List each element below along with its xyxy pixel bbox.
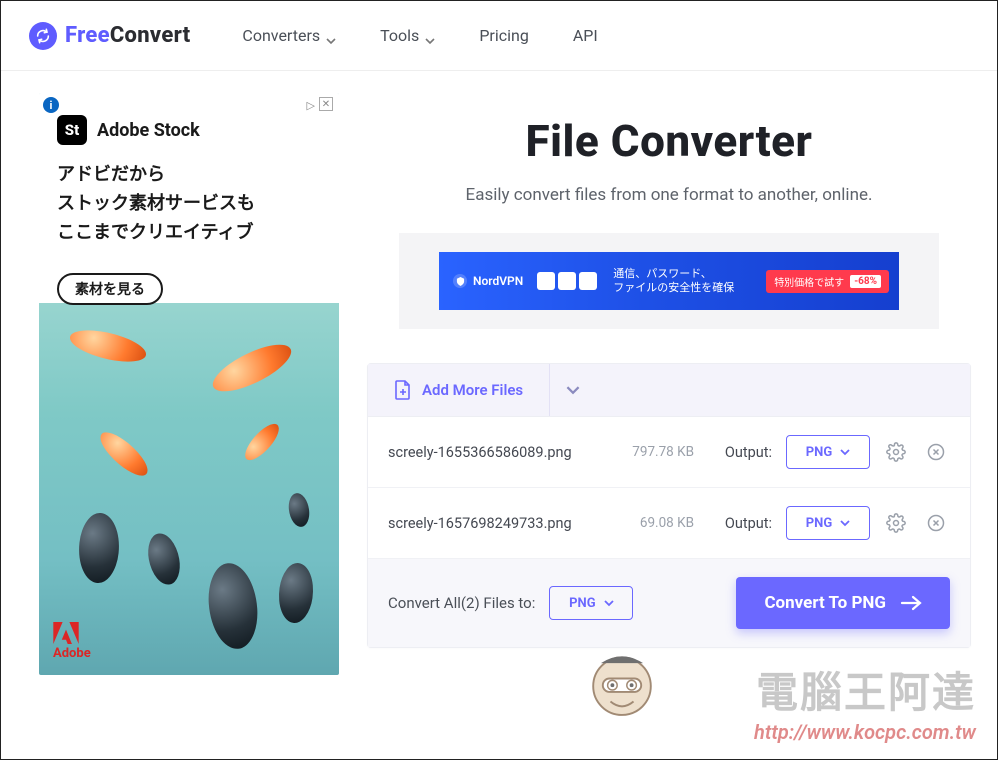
file-output-label: Output: (694, 444, 778, 461)
page-subtitle: Easily convert files from one format to … (367, 185, 971, 205)
file-format-select[interactable]: PNG (786, 506, 870, 540)
ad-brand: St Adobe Stock (57, 115, 200, 145)
file-name: screely-1655366586089.png (388, 444, 594, 461)
header: FreeConvert Converters Tools Pricing API (1, 1, 997, 71)
file-add-icon (394, 380, 412, 400)
gear-icon (886, 442, 906, 462)
inline-ad-cta[interactable]: 特別価格で試す -68% (766, 270, 889, 293)
file-settings-button[interactable] (882, 438, 910, 466)
chevron-down-icon (326, 31, 336, 41)
nav-tools[interactable]: Tools (380, 26, 435, 45)
logo[interactable]: FreeConvert (29, 22, 190, 50)
logo-icon (29, 22, 57, 50)
nav-tools-label: Tools (380, 26, 419, 45)
main-column: File Converter Easily convert files from… (367, 93, 997, 675)
file-format-value: PNG (806, 516, 832, 531)
file-format-select[interactable]: PNG (786, 435, 870, 469)
chevron-down-icon (840, 447, 850, 457)
chevron-down-icon (425, 31, 435, 41)
nav-converters-label: Converters (242, 26, 320, 45)
nav-api-label: API (573, 26, 598, 45)
add-more-files-label: Add More Files (422, 381, 523, 399)
close-circle-icon (926, 513, 946, 533)
adchoices-icon[interactable]: ▷ (307, 99, 315, 112)
sidebar-ad[interactable]: i ▷ ✕ St Adobe Stock アドビだから ストック素材サービスも … (39, 93, 339, 675)
add-more-files-button[interactable]: Add More Files (368, 364, 550, 416)
nav-converters[interactable]: Converters (242, 26, 336, 45)
convert-all-label: Convert All(2) Files to: (388, 594, 535, 612)
arrow-right-icon (900, 595, 922, 611)
chevron-down-icon (566, 383, 580, 397)
convert-button-label: Convert To PNG (764, 593, 886, 613)
file-settings-button[interactable] (882, 509, 910, 537)
nav: Converters Tools Pricing API (242, 26, 597, 45)
gear-icon (886, 513, 906, 533)
file-row: screely-1655366586089.png797.78 KBOutput… (368, 417, 970, 488)
inline-ad[interactable]: NordVPN 通信、パスワード、 ファイルの安全性を確保 特別価格で試す -6… (439, 252, 899, 310)
content: i ▷ ✕ St Adobe Stock アドビだから ストック素材サービスも … (1, 71, 997, 675)
adobe-logo-icon (53, 622, 79, 644)
file-remove-button[interactable] (922, 438, 950, 466)
panel-footer: Convert All(2) Files to: PNG Convert To … (368, 559, 970, 647)
file-name: screely-1657698249733.png (388, 515, 594, 532)
nav-pricing-label: Pricing (479, 26, 529, 45)
file-remove-button[interactable] (922, 509, 950, 537)
chevron-down-icon (604, 598, 614, 608)
ad-footer-brand: Adobe (53, 622, 91, 661)
page-title: File Converter (367, 115, 971, 167)
nav-api[interactable]: API (573, 26, 598, 45)
convert-button[interactable]: Convert To PNG (736, 577, 950, 629)
inline-ad-copy: 通信、パスワード、 ファイルの安全性を確保 (613, 267, 734, 296)
watermark-url: http://www.kocpc.com.tw (754, 720, 976, 744)
ad-copy: アドビだから ストック素材サービスも ここまでクリエイティブ (57, 161, 255, 247)
nav-pricing[interactable]: Pricing (479, 26, 529, 45)
inline-ad-discount: -68% (850, 275, 881, 288)
inline-ad-brand: NordVPN (453, 274, 523, 288)
inline-ad-graphic (537, 272, 597, 290)
file-format-value: PNG (806, 445, 832, 460)
file-output-label: Output: (694, 515, 778, 532)
inline-ad-container: NordVPN 通信、パスワード、 ファイルの安全性を確保 特別価格で試す -6… (399, 233, 939, 329)
ad-info-icon[interactable]: i (43, 97, 59, 113)
ad-cta-button[interactable]: 素材を見る (57, 273, 163, 305)
sidebar-ad-column: i ▷ ✕ St Adobe Stock アドビだから ストック素材サービスも … (39, 93, 339, 675)
panel-toolbar: Add More Files (368, 364, 970, 417)
file-size: 69.08 KB (594, 515, 694, 531)
ad-close-icon[interactable]: ✕ (319, 97, 333, 111)
chevron-down-icon (840, 518, 850, 528)
shield-icon (453, 274, 467, 288)
close-circle-icon (926, 442, 946, 462)
converter-panel: Add More Files screely-1655366586089.png… (367, 363, 971, 648)
file-row: screely-1657698249733.png69.08 KBOutput:… (368, 488, 970, 559)
ad-brand-badge: St (57, 115, 87, 145)
logo-text: FreeConvert (65, 23, 190, 48)
file-size: 797.78 KB (594, 444, 694, 460)
ad-brand-name: Adobe Stock (97, 120, 200, 141)
global-format-select[interactable]: PNG (549, 586, 633, 620)
add-more-files-dropdown[interactable] (550, 364, 596, 416)
global-format-value: PNG (569, 596, 595, 611)
